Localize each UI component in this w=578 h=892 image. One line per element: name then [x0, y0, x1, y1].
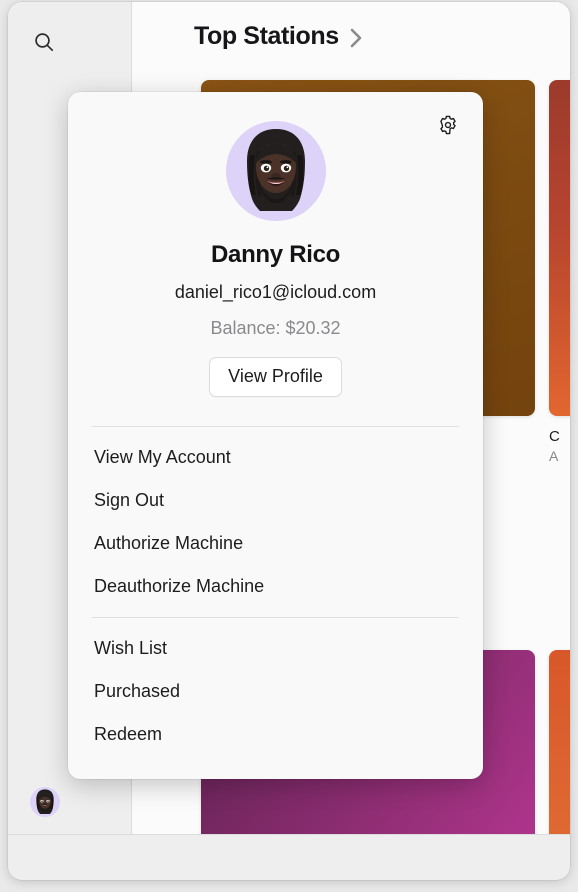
page-title: Top Stations	[194, 22, 339, 50]
station-card[interactable]: C A	[549, 80, 570, 464]
station-card-artwork	[549, 80, 570, 416]
station-card-subtitle: A	[549, 448, 559, 464]
station-card-title: C	[549, 428, 560, 445]
search-button[interactable]	[26, 24, 62, 60]
account-email: daniel_rico1@icloud.com	[174, 282, 377, 302]
chevron-right-icon[interactable]	[349, 25, 364, 49]
sidebar-account-avatar[interactable]	[30, 787, 60, 817]
account-name: Danny Rico	[210, 241, 341, 268]
menu-item-purchased[interactable]: Purchased	[68, 670, 483, 713]
menu-item-redeem[interactable]: Redeem	[68, 713, 483, 756]
account-menu-group-two: Wish List Purchased Redeem	[68, 618, 483, 756]
settings-gear-button[interactable]	[433, 110, 463, 140]
station-card-artwork	[549, 650, 570, 834]
account-header: Danny Rico daniel_rico1@icloud.com Balan…	[68, 92, 483, 397]
station-card[interactable]	[549, 650, 570, 834]
page-header[interactable]: Top Stations	[194, 22, 364, 51]
profile-avatar	[225, 121, 326, 221]
menu-item-deauthorize-machine[interactable]: Deauthorize Machine	[68, 565, 483, 608]
account-popover: Danny Rico daniel_rico1@icloud.com Balan…	[68, 92, 483, 779]
user-memoji-avatar-icon	[226, 121, 326, 221]
view-profile-button[interactable]: View Profile	[209, 357, 342, 397]
search-icon	[35, 33, 54, 52]
status-bar	[8, 834, 570, 880]
menu-item-sign-out[interactable]: Sign Out	[68, 479, 483, 522]
gear-icon	[440, 115, 456, 135]
menu-item-view-my-account[interactable]: View My Account	[68, 436, 483, 479]
account-menu-group-one: View My Account Sign Out Authorize Machi…	[68, 427, 483, 608]
application-window: Top Stations Music C A	[8, 2, 570, 880]
menu-item-authorize-machine[interactable]: Authorize Machine	[68, 522, 483, 565]
menu-item-wish-list[interactable]: Wish List	[68, 627, 483, 670]
account-balance: Balance: $20.32	[210, 318, 341, 338]
user-memoji-avatar-icon	[30, 787, 60, 817]
